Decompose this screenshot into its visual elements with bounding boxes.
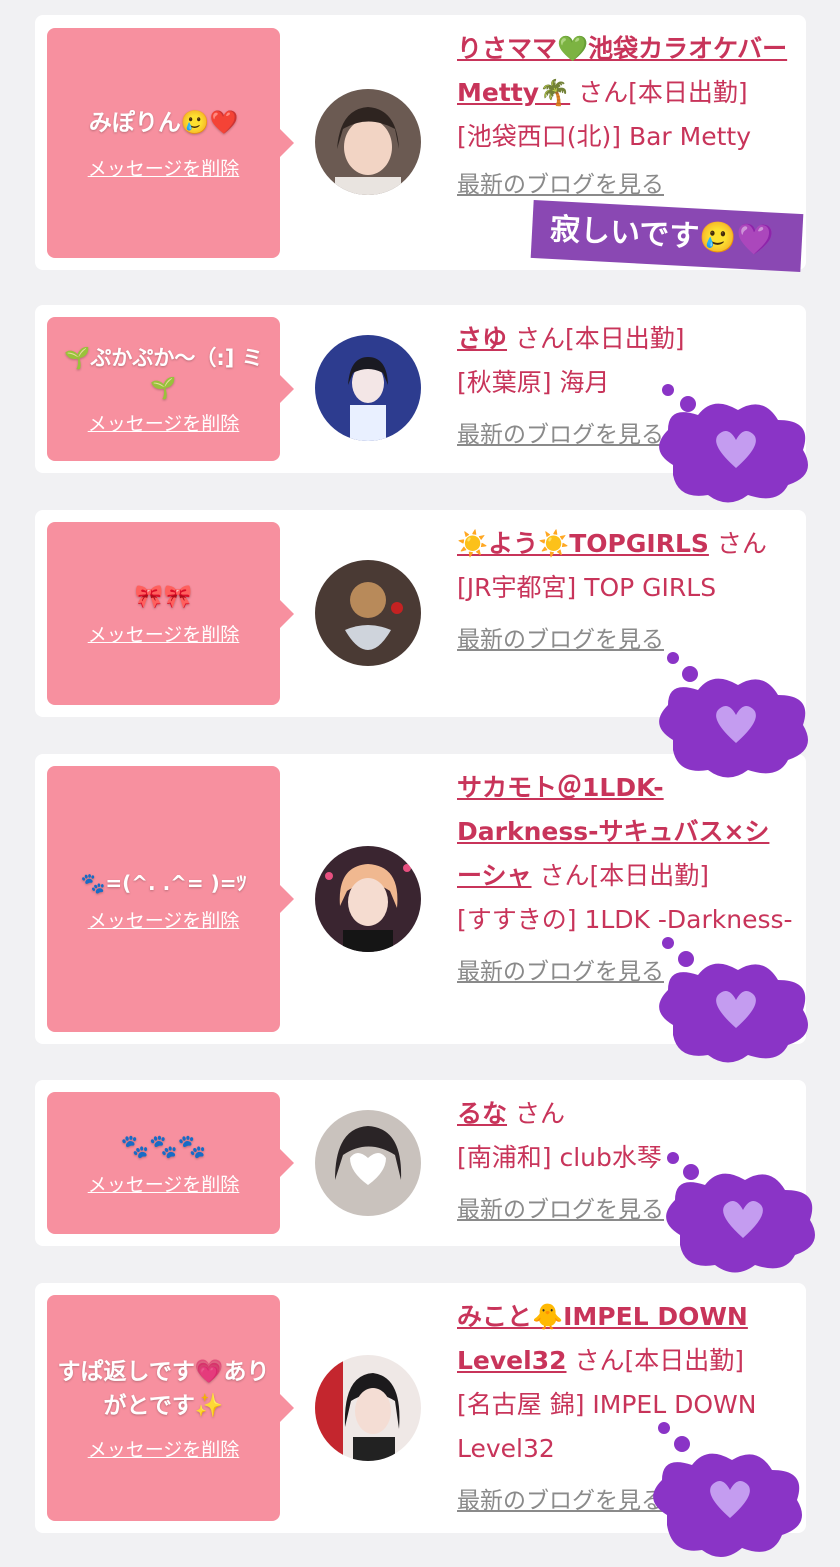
- san-suffix: さん: [578, 78, 629, 107]
- delete-message-link[interactable]: メッセージを削除: [88, 906, 240, 933]
- san-suffix: さん: [539, 861, 590, 890]
- avatar[interactable]: [315, 560, 421, 666]
- message-text: 🌱ぷかぷか～（:] ミ🌱: [64, 345, 263, 400]
- profile-name-link[interactable]: ☀️よう☀️TOPGIRLS: [457, 529, 709, 558]
- message-bubble: 🐾🐾🐾 メッセージを削除: [47, 1092, 294, 1234]
- message-bubble: みぽりん🥲❤️ メッセージを削除: [47, 28, 294, 258]
- message-bubble: 🎀🎀 メッセージを削除: [47, 522, 294, 705]
- san-suffix: さん: [514, 324, 565, 353]
- purple-heart-cloud-icon: [659, 937, 808, 1063]
- message-text: みぽりん🥲❤️: [88, 109, 239, 136]
- profile-name-link[interactable]: さゆ: [457, 324, 507, 353]
- message-text: 🐾🐾🐾: [120, 1133, 207, 1160]
- message-text: 🎀🎀: [134, 584, 193, 610]
- profile-name-link[interactable]: るな: [457, 1099, 507, 1128]
- profile-info: りさママ💚池袋カラオケバーMetty🌴 さん[本日出勤] [池袋西口(北)] B…: [457, 27, 794, 207]
- purple-heart-cloud-icon: [659, 652, 808, 778]
- purple-heart-cloud-icon: [659, 384, 808, 503]
- message-text: 🐾=(^. .^= )=ﾂ: [80, 870, 247, 895]
- avatar[interactable]: [315, 1110, 421, 1216]
- san-suffix: さん: [574, 1346, 625, 1375]
- message-text: すぱ返しです💗ありがとです✨: [57, 1358, 270, 1419]
- shop-label: [JR宇都宮] TOP GIRLS: [457, 573, 717, 602]
- avatar[interactable]: [315, 1355, 421, 1461]
- shop-label: [池袋西口(北)] Bar Metty: [457, 122, 752, 151]
- delete-message-link[interactable]: メッセージを削除: [88, 409, 240, 436]
- avatar[interactable]: [315, 89, 421, 195]
- avatar[interactable]: [315, 846, 421, 952]
- san-suffix: さん: [716, 529, 767, 558]
- delete-message-link[interactable]: メッセージを削除: [88, 1435, 240, 1462]
- san-suffix: さん: [514, 1099, 565, 1128]
- status-label: [本日出勤]: [589, 861, 709, 890]
- profile-info: ☀️よう☀️TOPGIRLS さん [JR宇都宮] TOP GIRLS 最新のブ…: [457, 522, 794, 662]
- status-label: [本日出勤]: [624, 1346, 744, 1375]
- purple-heart-cloud-icon: [653, 1422, 802, 1558]
- delete-message-link[interactable]: メッセージを削除: [88, 154, 240, 181]
- status-label: [本日出勤]: [564, 324, 685, 353]
- avatar[interactable]: [315, 335, 421, 441]
- message-bubble: 🌱ぷかぷか～（:] ミ🌱 メッセージを削除: [47, 317, 294, 461]
- message-bubble: 🐾=(^. .^= )=ﾂ メッセージを削除: [47, 766, 294, 1032]
- delete-message-link[interactable]: メッセージを削除: [88, 1170, 240, 1197]
- message-bubble: すぱ返しです💗ありがとです✨ メッセージを削除: [47, 1295, 294, 1521]
- status-label: [本日出勤]: [628, 78, 748, 107]
- blog-link[interactable]: 最新のブログを見る: [457, 163, 794, 207]
- purple-heart-cloud-icon: [666, 1152, 815, 1273]
- delete-message-link[interactable]: メッセージを削除: [88, 620, 240, 647]
